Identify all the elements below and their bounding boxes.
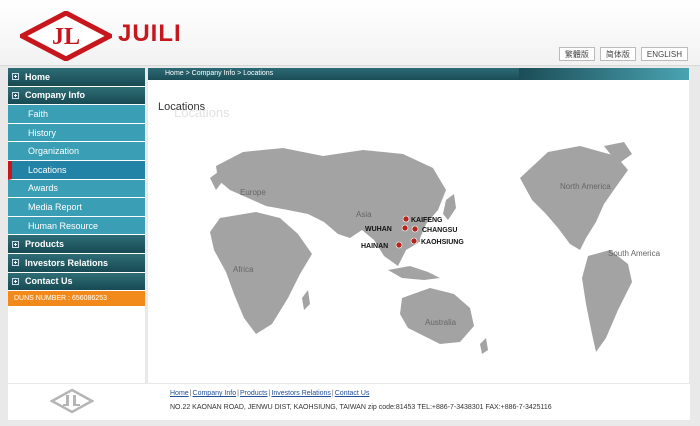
region-label-europe: Europe [240, 188, 266, 197]
footer-link-products[interactable]: Products [240, 390, 268, 397]
region-label-australia: Australia [425, 318, 457, 327]
south-america-landmass [582, 250, 632, 352]
japan-island [443, 194, 456, 220]
nav-label: Human Resource [28, 220, 99, 231]
madagascar-island [302, 290, 310, 310]
title-area: Locations Locations [158, 101, 230, 120]
nav-label: Products [25, 239, 65, 250]
nav-label: Company Info [25, 90, 85, 101]
breadcrumb-bar: Home > Company Info > Locations [148, 68, 689, 80]
marker-kaifeng[interactable] [402, 215, 410, 223]
australia-landmass [400, 288, 474, 344]
lang-english-button[interactable]: ENGLISH [640, 47, 688, 61]
footer-link-company-info[interactable]: Company Info [193, 390, 237, 397]
africa-landmass [210, 212, 312, 334]
indonesia-islands [388, 266, 440, 280]
nav-contact-us[interactable]: Contact Us [8, 272, 145, 292]
header: JL JUILI 繁體版 简体版 ENGLISH [0, 0, 700, 66]
nav-label: Home [25, 71, 51, 82]
region-label-africa: Africa [233, 265, 254, 274]
nav-label: Awards [28, 183, 58, 194]
location-label-changsu: CHANGSU [422, 227, 457, 234]
marker-changsu[interactable] [411, 225, 419, 233]
lang-simplified-button[interactable]: 简体版 [599, 47, 636, 61]
location-label-wuhan: WUHAN [365, 226, 392, 233]
north-america-landmass [520, 146, 628, 250]
nav-label: History [28, 127, 57, 138]
world-map: Europe Asia Africa Australia North Ameri… [210, 142, 661, 354]
footer-logo [50, 388, 94, 414]
footer-links: Home|Company Info|Products|Investors Rel… [170, 390, 370, 397]
nav-label: Organization [28, 146, 80, 157]
nav-awards[interactable]: Awards [8, 179, 145, 199]
footer-link-investors-relations[interactable]: Investors Relations [271, 390, 331, 397]
footer-link-home[interactable]: Home [170, 390, 189, 397]
nav-faith[interactable]: Faith [8, 105, 145, 124]
region-label-north-america: North America [560, 182, 611, 191]
nav-media-report[interactable]: Media Report [8, 198, 145, 217]
marker-hainan[interactable] [395, 241, 403, 249]
nav-label: Contact Us [25, 276, 73, 287]
page-title: Locations [158, 101, 206, 113]
main-content: Home > Company Info > Locations Location… [148, 68, 689, 383]
logo-letters: JL [52, 24, 80, 50]
location-label-kaohsiung: KAOHSIUNG [421, 239, 464, 246]
nav-label: Media Report [28, 201, 83, 212]
nav-label: Faith [28, 108, 49, 119]
expand-icon [12, 73, 19, 81]
footer-link-contact-us[interactable]: Contact Us [335, 390, 370, 397]
nav-organization[interactable]: Organization [8, 142, 145, 161]
marker-kaohsiung[interactable] [410, 237, 418, 245]
side-navigation: Home Company Info Faith History Organiza… [8, 68, 145, 383]
nav-human-resource[interactable]: Human Resource [8, 216, 145, 236]
nav-company-info[interactable]: Company Info [8, 86, 145, 106]
new-zealand-island [480, 338, 488, 354]
nav-investors-relations[interactable]: Investors Relations [8, 253, 145, 273]
nav-home[interactable]: Home [8, 68, 145, 87]
nav-history[interactable]: History [8, 123, 145, 143]
juili-logo[interactable]: JL [20, 11, 112, 61]
footer: Home|Company Info|Products|Investors Rel… [8, 384, 690, 420]
expand-icon [12, 277, 19, 285]
nav-label: Investors Relations [25, 257, 109, 268]
marker-wuhan[interactable] [401, 224, 409, 232]
nav-products[interactable]: Products [8, 235, 145, 254]
duns-number: DUNS NUMBER : 656086253 [8, 291, 145, 307]
nav-locations[interactable]: Locations [8, 160, 145, 180]
breadcrumb: Home > Company Info > Locations [165, 70, 274, 77]
nav-label: Locations [28, 164, 67, 175]
expand-icon [12, 259, 19, 267]
region-label-south-america: South America [608, 249, 661, 258]
location-label-hainan: HAINAN [361, 243, 388, 250]
language-switcher: 繁體版 简体版 ENGLISH [558, 47, 688, 61]
lang-traditional-button[interactable]: 繁體版 [558, 47, 595, 61]
brand-name: JUILI [118, 20, 182, 47]
expand-icon [12, 91, 19, 99]
region-label-asia: Asia [356, 210, 372, 219]
location-label-kaifeng: KAIFENG [411, 217, 443, 224]
expand-icon [12, 240, 19, 248]
footer-address: NO.22 KAONAN ROAD, JENWU DIST, KAOHSIUNG… [170, 404, 552, 411]
